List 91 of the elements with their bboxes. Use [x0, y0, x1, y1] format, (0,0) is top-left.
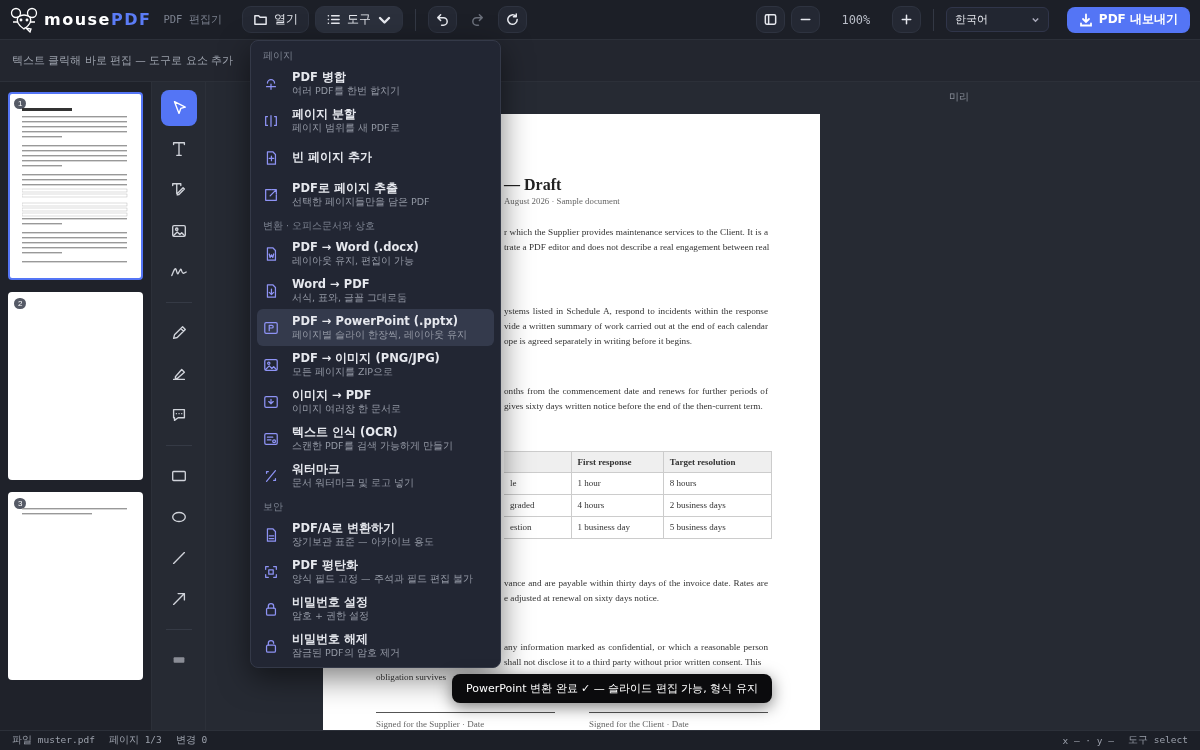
- tools-menu-button[interactable]: 도구: [314, 6, 403, 33]
- menu-item[interactable]: PDF 평탄화 양식 필드 고정 — 주석과 필드 편집 불가: [257, 553, 494, 590]
- paragraph-line: e adjusted at renewal on sixty days notice.: [504, 591, 661, 605]
- menu-item[interactable]: Word → PDF 서식, 표와, 글꼴 그대로둠: [257, 272, 494, 309]
- app-subtitle: PDF 편집기: [163, 12, 222, 27]
- menu-item[interactable]: PDF → Word (.docx) 레이아웃 유지, 편집이 가능: [257, 235, 494, 272]
- paragraph-line: obligation survives: [376, 670, 447, 684]
- app-name: mousePDF: [44, 10, 152, 29]
- lock-icon: [263, 600, 279, 617]
- scan-text-icon: [263, 430, 279, 447]
- menu-item[interactable]: 페이지 분할 페이지 범위를 새 PDF로: [257, 102, 494, 139]
- percent-icon: [263, 467, 279, 484]
- table-cell: graded: [504, 494, 571, 517]
- split-icon: [263, 112, 279, 129]
- external-link-icon: [263, 186, 279, 203]
- table-header: [504, 451, 571, 473]
- sidebar-icon: [762, 12, 778, 27]
- menu-item[interactable]: PDF로 페이지 추출 선택한 페이지들만을 담은 PDF: [257, 176, 494, 213]
- focus-frame-icon: [263, 563, 279, 580]
- paragraph-line: gives sixty days written notice before the end of the then-current term.: [504, 399, 764, 413]
- image-icon: [169, 222, 188, 240]
- table-cell: 4 hours: [571, 494, 664, 517]
- text-edit-icon: [169, 181, 188, 199]
- paragraph-line: vance and are payable within thirty days of the invoice date. Rates are: [504, 576, 768, 590]
- image-icon: [263, 356, 279, 373]
- paragraph-line: vide a written summary of work carried out at the end of each calendar: [504, 319, 768, 333]
- menu-item[interactable]: PDF → 이미지 (PNG/JPG) 모든 페이지를 ZIP으로: [257, 346, 494, 383]
- sidebar-toggle-button[interactable]: [755, 6, 785, 33]
- table-cell: 2 business days: [663, 494, 772, 517]
- page-thumbnail[interactable]: 3: [8, 492, 143, 680]
- document-meta: August 2026 · Sample document: [504, 195, 621, 207]
- undo-icon: [434, 12, 450, 27]
- undo-button[interactable]: [427, 6, 457, 33]
- change-count: 변경 0: [175, 734, 208, 747]
- table-cell: 1 hour: [571, 472, 664, 495]
- refresh-button[interactable]: [497, 6, 527, 33]
- paragraph-line: r which the Supplier provides maintenance services to the Client. It is a: [504, 225, 768, 239]
- table-cell: 8 hours: [663, 472, 772, 495]
- menu-item[interactable]: 워터마크 문서 워터마크 및 로고 넣기: [257, 457, 494, 494]
- open-button[interactable]: 열기: [241, 6, 309, 33]
- menu-item[interactable]: 빈 페이지 추가: [257, 139, 494, 176]
- zoom-level: 100%: [840, 12, 872, 27]
- table-cell: le: [504, 472, 571, 495]
- cursor-coordinates: x – · y –: [1062, 735, 1114, 746]
- hint-text: 텍스트 클릭해 바로 편집 — 도구로 요소 추가: [12, 53, 233, 68]
- paragraph-line: onths from the commencement date and renews for further periods of: [504, 384, 768, 398]
- page-number-badge: 3: [14, 498, 27, 509]
- menu-section-heading: 변환 · 오피스문서와 상호: [262, 219, 377, 233]
- zoom-in-button[interactable]: [891, 6, 921, 33]
- download-icon: [1078, 12, 1093, 27]
- language-select[interactable]: 한국어: [945, 7, 1049, 32]
- cursor-tool[interactable]: [160, 90, 197, 126]
- menu-item[interactable]: 텍스트 인식 (OCR) 스캔한 PDF를 검색 가능하게 만들기: [257, 420, 494, 457]
- menu-item[interactable]: 비밀번호 해제 잠금된 PDF의 암호 제거: [257, 627, 494, 664]
- slide-icon: [263, 319, 279, 336]
- tool-mode: 도구 select: [1127, 734, 1188, 747]
- page-number-badge: 2: [14, 298, 27, 309]
- list-icon: [325, 12, 341, 27]
- status-toast: PowerPoint 변환 완료 ✓ — 슬라이드 편집 가능, 형식 유지: [452, 674, 772, 703]
- page-indicator: 페이지 1/3: [108, 734, 162, 747]
- table-cell: estion: [504, 516, 571, 539]
- menu-item[interactable]: 이미지 → PDF 이미지 여러장 한 문서로: [257, 383, 494, 420]
- menu-item[interactable]: 비밀번호 설정 암호 + 권한 설정: [257, 590, 494, 627]
- tray-download-icon: [263, 393, 279, 410]
- menu-item[interactable]: PDF → PowerPoint (.pptx) 페이지별 슬라이 한장씩, 레이아웃 유지: [257, 309, 494, 346]
- paragraph-line: any information marked as confidential, or which a reasonable person: [504, 640, 768, 654]
- canvas-label: 미리: [949, 90, 970, 104]
- menu-section-heading: 보안: [262, 500, 284, 514]
- folder-icon: [252, 12, 268, 27]
- paragraph-line: trate a PDF editor and does not describe a real engagement between real: [504, 240, 768, 254]
- table-header: First response: [571, 451, 664, 473]
- refresh-icon: [504, 12, 520, 27]
- menu-item[interactable]: PDF 병합 여러 PDF를 한번 합치기: [257, 65, 494, 102]
- document-title: — Draft: [504, 175, 563, 195]
- table-header: Target resolution: [663, 451, 772, 473]
- menu-section-heading: 페이지: [262, 49, 294, 63]
- file-name: 파일 muster.pdf: [12, 734, 95, 747]
- mouse-logo-icon: [10, 6, 38, 33]
- paragraph-line: ope is agreed separately in writing before it begins.: [504, 334, 694, 348]
- page-thumbnail[interactable]: 1: [8, 92, 143, 280]
- caret-icon: [1030, 15, 1040, 24]
- menu-item[interactable]: PDF/A로 변환하기 장기보관 표준 — 아카이브 용도: [257, 516, 494, 553]
- unlock-icon: [263, 637, 279, 654]
- page-number-badge: 1: [14, 98, 27, 109]
- table-cell: 5 business days: [663, 516, 772, 539]
- redo-icon: [469, 12, 485, 27]
- page-thumbnail[interactable]: 2: [8, 292, 143, 480]
- paragraph-line: ystems listed in Schedule A, respond to incidents within the response: [504, 304, 768, 318]
- table-cell: 1 business day: [571, 516, 664, 539]
- export-button[interactable]: PDF 내보내기: [1066, 6, 1190, 33]
- paragraph-line: shall not disclose it to a third party without prior written consent. This: [504, 655, 763, 669]
